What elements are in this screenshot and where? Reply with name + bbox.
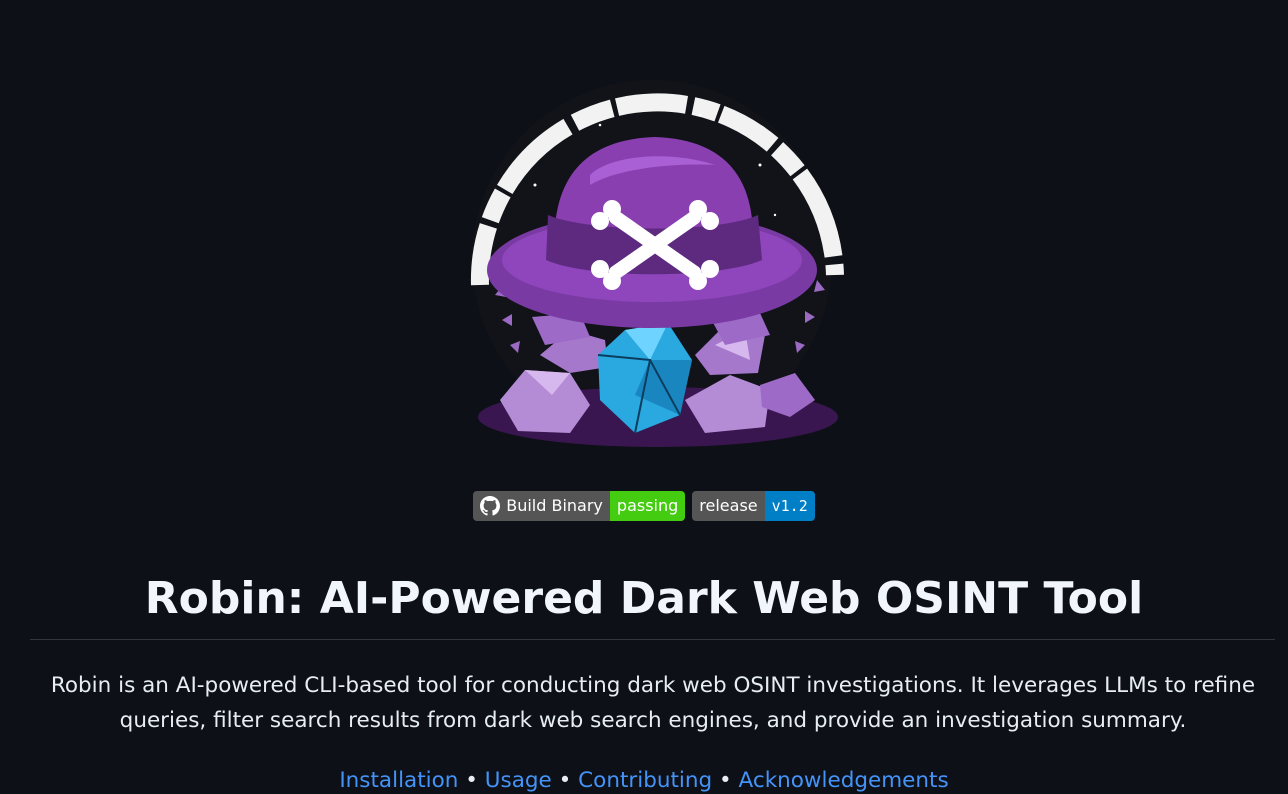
badge-label: release (692, 491, 765, 521)
link-separator: • (719, 768, 732, 793)
build-binary-badge[interactable]: Build Binary passing (473, 491, 686, 521)
link-separator: • (558, 768, 572, 793)
link-installation[interactable]: Installation (339, 768, 458, 793)
readme-page: Build Binary passing release v1.2 Robin:… (0, 0, 1288, 794)
link-contributing[interactable]: Contributing (578, 768, 712, 793)
link-usage[interactable]: Usage (485, 768, 552, 793)
link-acknowledgements[interactable]: Acknowledgements (739, 768, 949, 793)
link-separator: • (465, 768, 478, 793)
badge-label-text: Build Binary (506, 496, 603, 515)
badge-version: v1.2 (764, 491, 815, 521)
release-badge[interactable]: release v1.2 (692, 491, 815, 521)
title-divider (30, 639, 1275, 640)
description: Robin is an AI-powered CLI-based tool fo… (50, 673, 1256, 733)
badges-row: Build Binary passing release v1.2 (0, 491, 1288, 521)
robin-logo (470, 80, 844, 447)
badge-label: Build Binary (473, 491, 610, 521)
page-title: Robin: AI-Powered Dark Web OSINT Tool (144, 573, 1144, 624)
section-links: Installation • Usage • Contributing • Ac… (0, 763, 1288, 794)
badge-status: passing (609, 491, 686, 521)
github-icon (480, 496, 501, 516)
